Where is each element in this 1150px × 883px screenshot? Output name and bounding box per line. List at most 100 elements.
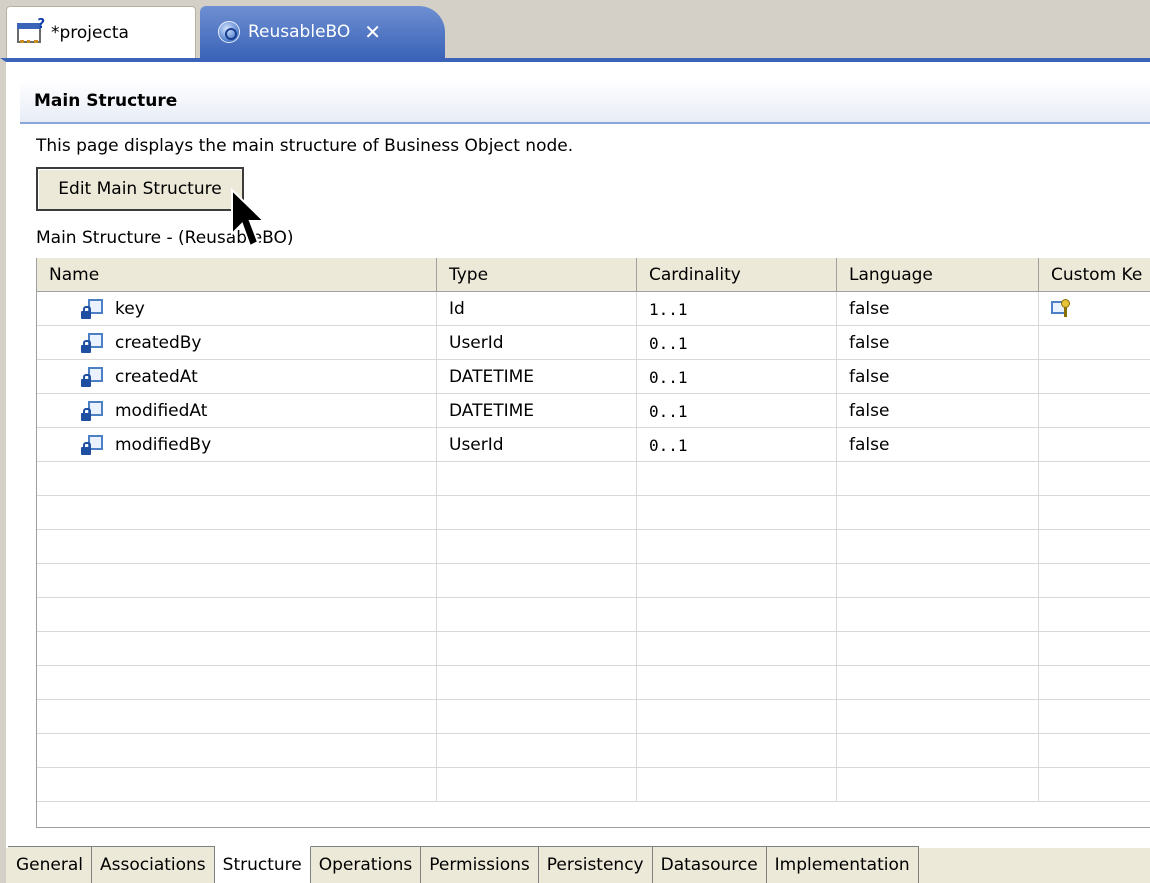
cell-cardinality: 1..1 — [637, 292, 837, 326]
cell-name: modifiedAt — [37, 394, 437, 428]
cell-cardinality — [637, 496, 837, 530]
cell-cardinality — [637, 768, 837, 802]
column-header-custom-key[interactable]: Custom Ke — [1039, 258, 1150, 292]
cell-name: modifiedBy — [37, 428, 437, 462]
attribute-name: modifiedAt — [115, 401, 208, 421]
tab-reusablebo[interactable]: ReusableBO ✕ — [200, 6, 445, 58]
cell-cardinality — [637, 700, 837, 734]
table-row[interactable] — [37, 768, 1150, 802]
cell-custom-key — [1039, 360, 1150, 394]
cell-custom-key — [1039, 700, 1150, 734]
page-tab-structure[interactable]: Structure — [214, 846, 311, 883]
attribute-name: createdBy — [115, 333, 202, 353]
cell-name — [37, 530, 437, 564]
cell-name: createdAt — [37, 360, 437, 394]
cell-language — [837, 666, 1039, 700]
business-object-icon — [218, 21, 240, 43]
page-tab-persistency[interactable]: Persistency — [538, 847, 653, 883]
cell-type: DATETIME — [437, 360, 637, 394]
tab-label: ReusableBO — [248, 22, 351, 42]
cell-cardinality — [637, 564, 837, 598]
structure-table: Name Type Cardinality Language Custom Ke… — [36, 258, 1150, 828]
project-icon: ? — [17, 17, 45, 45]
cell-type: UserId — [437, 326, 637, 360]
cell-language — [837, 734, 1039, 768]
cell-name — [37, 700, 437, 734]
cell-custom-key — [1039, 598, 1150, 632]
cell-language: false — [837, 292, 1039, 326]
page-tab-datasource[interactable]: Datasource — [652, 847, 767, 883]
cell-custom-key — [1039, 734, 1150, 768]
table-row[interactable]: key Id 1..1 false — [37, 292, 1150, 326]
table-row[interactable] — [37, 598, 1150, 632]
cell-custom-key — [1039, 326, 1150, 360]
close-icon[interactable]: ✕ — [364, 20, 381, 44]
table-row[interactable] — [37, 462, 1150, 496]
mouse-cursor-icon — [231, 188, 267, 248]
cell-custom-key — [1039, 530, 1150, 564]
editor-tab-strip: ? *projecta ReusableBO ✕ — [0, 0, 1150, 62]
cell-cardinality — [637, 598, 837, 632]
cell-cardinality: 0..1 — [637, 326, 837, 360]
table-row[interactable]: createdBy UserId 0..1 false — [37, 326, 1150, 360]
column-header-language[interactable]: Language — [837, 258, 1039, 292]
cell-name — [37, 768, 437, 802]
table-row[interactable] — [37, 564, 1150, 598]
cell-cardinality: 0..1 — [637, 428, 837, 462]
attribute-icon — [81, 401, 103, 421]
edit-main-structure-button[interactable]: Edit Main Structure — [36, 167, 244, 211]
tab-projecta[interactable]: ? *projecta — [6, 6, 196, 58]
table-row[interactable] — [37, 700, 1150, 734]
table-header: Name Type Cardinality Language Custom Ke — [37, 258, 1150, 292]
column-header-cardinality[interactable]: Cardinality — [637, 258, 837, 292]
attribute-icon — [81, 435, 103, 455]
page-tab-associations[interactable]: Associations — [92, 847, 215, 883]
table-row[interactable]: createdAt DATETIME 0..1 false — [37, 360, 1150, 394]
cell-name — [37, 666, 437, 700]
cell-cardinality: 0..1 — [637, 394, 837, 428]
table-row[interactable] — [37, 496, 1150, 530]
attribute-name: key — [115, 299, 145, 319]
editor-body: Main Structure This page displays the ma… — [0, 58, 1150, 848]
page-tab-operations[interactable]: Operations — [310, 847, 422, 883]
cell-language: false — [837, 360, 1039, 394]
cell-custom-key — [1039, 292, 1150, 326]
page-tab-permissions[interactable]: Permissions — [421, 847, 539, 883]
cell-name: key — [37, 292, 437, 326]
cell-name: createdBy — [37, 326, 437, 360]
cell-custom-key — [1039, 768, 1150, 802]
cell-custom-key — [1039, 428, 1150, 462]
cell-custom-key — [1039, 394, 1150, 428]
table-row[interactable]: modifiedAt DATETIME 0..1 false — [37, 394, 1150, 428]
cell-name — [37, 734, 437, 768]
cell-cardinality: 0..1 — [637, 360, 837, 394]
table-row[interactable]: modifiedBy UserId 0..1 false — [37, 428, 1150, 462]
cell-name — [37, 496, 437, 530]
attribute-icon — [81, 299, 103, 319]
section-title: Main Structure — [20, 80, 1150, 124]
cell-language — [837, 632, 1039, 666]
cell-cardinality — [637, 462, 837, 496]
cell-language: false — [837, 394, 1039, 428]
cell-custom-key — [1039, 666, 1150, 700]
attribute-icon — [81, 333, 103, 353]
cell-language — [837, 598, 1039, 632]
cell-cardinality — [637, 666, 837, 700]
table-row[interactable] — [37, 734, 1150, 768]
table-row[interactable] — [37, 666, 1150, 700]
attribute-name: createdAt — [115, 367, 198, 387]
cell-name — [37, 598, 437, 632]
column-header-name[interactable]: Name — [37, 258, 437, 292]
page-tab-general[interactable]: General — [8, 847, 92, 883]
cell-type — [437, 564, 637, 598]
page-tab-implementation[interactable]: Implementation — [766, 847, 919, 883]
cell-language — [837, 462, 1039, 496]
column-header-type[interactable]: Type — [437, 258, 637, 292]
section-description: This page displays the main structure of… — [36, 136, 574, 156]
tab-label: *projecta — [51, 22, 129, 43]
cell-cardinality — [637, 530, 837, 564]
cell-type: UserId — [437, 428, 637, 462]
table-row[interactable] — [37, 632, 1150, 666]
cell-type — [437, 666, 637, 700]
table-row[interactable] — [37, 530, 1150, 564]
